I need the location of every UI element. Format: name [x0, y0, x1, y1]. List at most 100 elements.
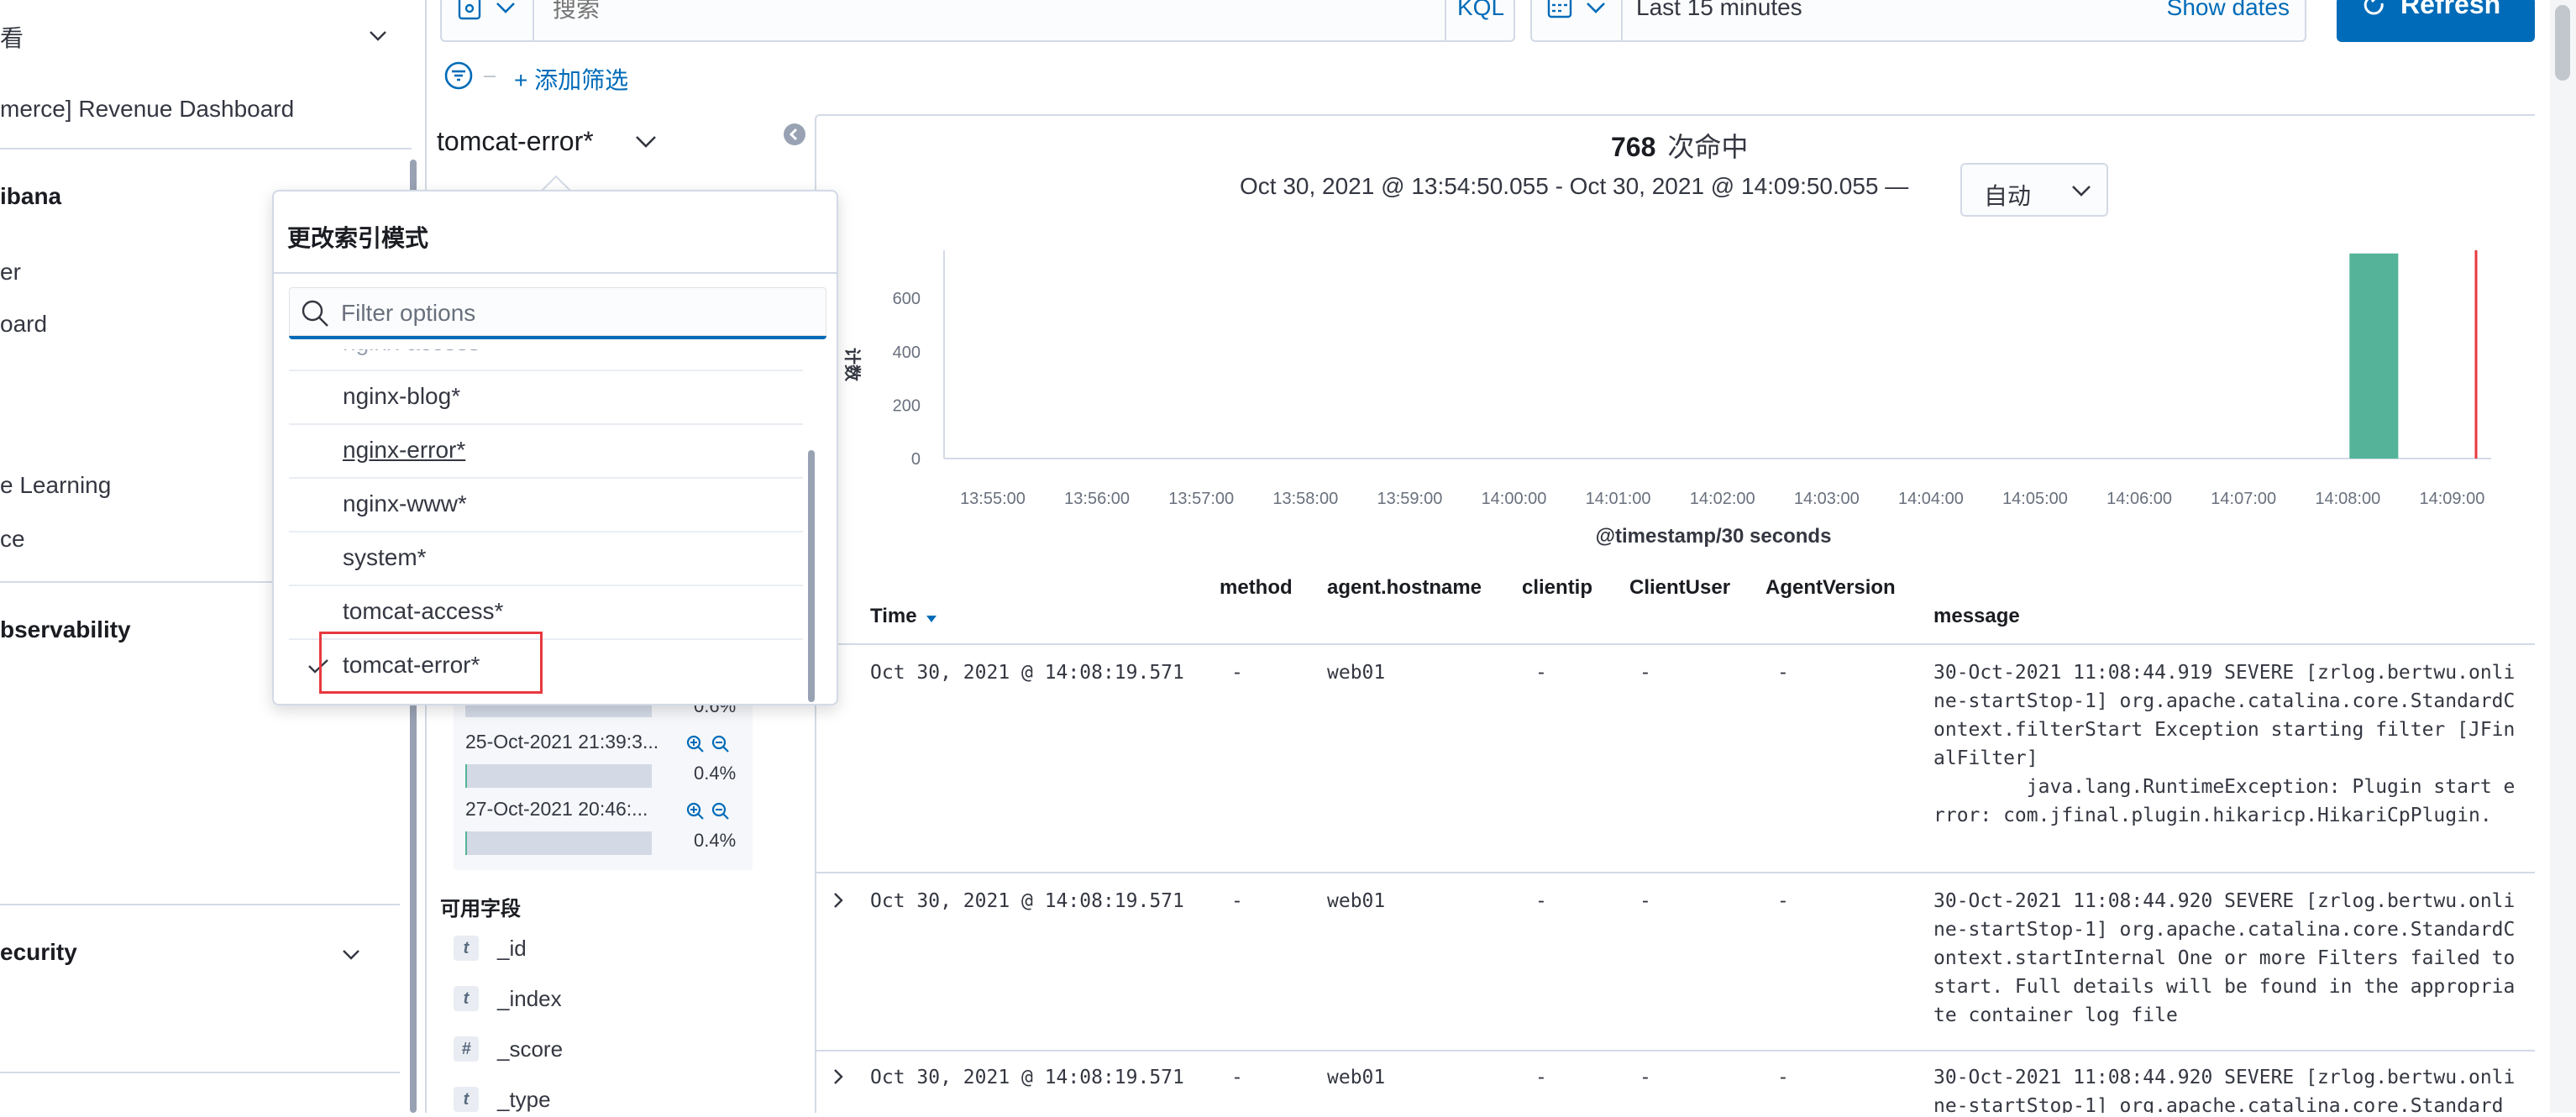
value-percent: 0.4%	[694, 763, 737, 784]
x-tick-label: 14:08:00	[2315, 490, 2380, 508]
nav-item-top[interactable]: 看	[0, 20, 24, 54]
cell-clientuser: -	[1640, 890, 1651, 912]
saved-query-button[interactable]	[442, 0, 534, 40]
column-header-hostname[interactable]: agent.hostname	[1327, 576, 1482, 600]
sort-descending-icon[interactable]	[926, 615, 937, 623]
filter-separator	[484, 76, 496, 77]
chevron-down-icon[interactable]	[368, 25, 388, 45]
cell-hostname: web01	[1327, 1067, 1386, 1088]
y-axis-label: 计数	[842, 348, 863, 382]
filter-for-value-icon[interactable]	[685, 734, 706, 754]
options-scrollbar[interactable]	[808, 450, 815, 702]
string-type-icon: t	[454, 936, 479, 961]
hits-label: 次命中	[1667, 132, 1749, 162]
show-dates-button[interactable]: Show dates	[2167, 0, 2290, 19]
option-nginx-access[interactable]: nginx-access	[289, 349, 803, 371]
value-bar	[465, 764, 652, 788]
x-tick-label: 14:03:00	[1794, 490, 1860, 508]
table-header-divider	[816, 643, 2535, 645]
available-fields-heading: 可用字段	[440, 898, 521, 920]
quick-menu-button[interactable]	[1532, 0, 1623, 40]
nav-kibana-heading[interactable]: ibana	[0, 183, 61, 210]
option-nginx-www[interactable]: nginx-www*	[289, 479, 803, 532]
cell-clientip: -	[1535, 1067, 1547, 1088]
field-details-panel: 0.6% 25-Oct-2021 21:39:3... 0.4% 27-Oct-…	[454, 689, 753, 870]
option-label: nginx-access	[343, 349, 480, 356]
y-tick-label: 400	[893, 343, 921, 362]
column-header-agentversion[interactable]: AgentVersion	[1765, 576, 1896, 600]
nav-security-heading[interactable]: ecurity	[0, 939, 77, 966]
save-icon	[458, 0, 481, 20]
query-bar: KQL	[440, 0, 1515, 42]
x-tick-label: 14:01:00	[1586, 490, 1651, 508]
scrollbar-thumb[interactable]	[2555, 5, 2570, 81]
column-header-message[interactable]: message	[1933, 605, 2020, 628]
cell-agentversion: -	[1777, 1067, 1789, 1088]
value-bar	[465, 831, 652, 855]
cell-time: Oct 30, 2021 @ 14:08:19.571	[870, 1067, 1184, 1088]
nav-observability-heading[interactable]: bservability	[0, 616, 131, 643]
chevron-down-icon[interactable]	[633, 133, 658, 151]
nav-item-discover[interactable]: er	[0, 259, 21, 286]
filter-out-value-icon[interactable]	[711, 801, 731, 821]
option-label: nginx-error*	[343, 437, 466, 463]
popover-divider	[274, 272, 837, 274]
field-name: _index	[497, 986, 562, 1011]
collapse-sidebar-icon[interactable]	[783, 123, 806, 146]
cell-clientuser: -	[1640, 1067, 1651, 1088]
x-tick-label: 13:56:00	[1064, 490, 1130, 508]
selected-option-highlight	[319, 632, 543, 694]
filter-for-value-icon[interactable]	[685, 801, 706, 821]
change-index-pattern-popover: 更改索引模式 nginx-access nginx-blog* nginx-er…	[272, 190, 838, 705]
expand-row-icon[interactable]	[830, 1067, 847, 1087]
field-value-label: 25-Oct-2021 21:39:3...	[465, 731, 659, 753]
number-type-icon: #	[454, 1036, 479, 1062]
cell-agentversion: -	[1777, 662, 1789, 684]
index-pattern-title[interactable]: tomcat-error*	[437, 126, 594, 157]
cell-clientip: -	[1535, 890, 1547, 912]
x-tick-label: 14:00:00	[1482, 490, 1547, 508]
filter-menu-button[interactable]	[443, 60, 474, 91]
nav-item-dashboard[interactable]: oard	[0, 311, 47, 338]
option-label: system*	[343, 544, 427, 570]
field-name: _id	[497, 936, 527, 961]
expand-row-icon[interactable]	[830, 890, 847, 910]
option-label: nginx-www*	[343, 490, 467, 517]
interval-select[interactable]: 自动	[1960, 163, 2108, 217]
option-system[interactable]: system*	[289, 532, 803, 586]
add-filter-button[interactable]: + 添加筛选	[514, 62, 628, 96]
value-percent: 0.4%	[694, 830, 737, 851]
column-header-method[interactable]: method	[1220, 576, 1293, 600]
filter-options-input[interactable]	[341, 296, 811, 331]
page-scrollbar[interactable]	[2550, 0, 2576, 1113]
hits-summary: 768 次命中	[1611, 126, 1748, 165]
x-tick-label: 13:59:00	[1377, 490, 1442, 508]
time-range-label: Oct 30, 2021 @ 13:54:50.055 - Oct 30, 20…	[1240, 173, 1909, 199]
cell-message: 30-Oct-2021 11:08:44.920 SEVERE [zrlog.b…	[1933, 890, 2527, 1026]
column-header-clientip[interactable]: clientip	[1522, 576, 1592, 600]
option-nginx-blog[interactable]: nginx-blog*	[289, 371, 803, 425]
nav-item-maps[interactable]: ce	[0, 526, 25, 553]
filter-icon	[444, 61, 473, 90]
search-input[interactable]	[553, 0, 1393, 30]
popover-title: 更改索引模式	[287, 225, 429, 251]
nav-recent-dashboard[interactable]: merce] Revenue Dashboard	[0, 96, 294, 123]
cell-message: 30-Oct-2021 11:08:44.920 SEVERE [zrlog.b…	[1933, 1067, 2516, 1113]
cell-method: -	[1231, 890, 1243, 912]
filter-options-field[interactable]	[289, 287, 826, 339]
date-range-display[interactable]: Last 15 minutes	[1636, 0, 1802, 19]
nav-item-machine-learning[interactable]: e Learning	[0, 472, 111, 499]
refresh-button[interactable]: Refresh	[2337, 0, 2535, 42]
string-type-icon: t	[454, 1087, 479, 1112]
chevron-down-icon[interactable]	[341, 944, 361, 964]
filter-out-value-icon[interactable]	[711, 734, 731, 754]
column-header-time[interactable]: Time	[870, 605, 917, 628]
hits-count: 768	[1611, 132, 1656, 162]
kql-language-button[interactable]: KQL	[1445, 0, 1515, 40]
interval-value: 自动	[1984, 183, 2032, 209]
column-header-clientuser[interactable]: ClientUser	[1629, 576, 1730, 600]
x-tick-label: 13:58:00	[1272, 490, 1338, 508]
search-icon	[302, 300, 328, 327]
option-nginx-error[interactable]: nginx-error*	[289, 425, 803, 479]
refresh-icon	[2364, 0, 2384, 15]
